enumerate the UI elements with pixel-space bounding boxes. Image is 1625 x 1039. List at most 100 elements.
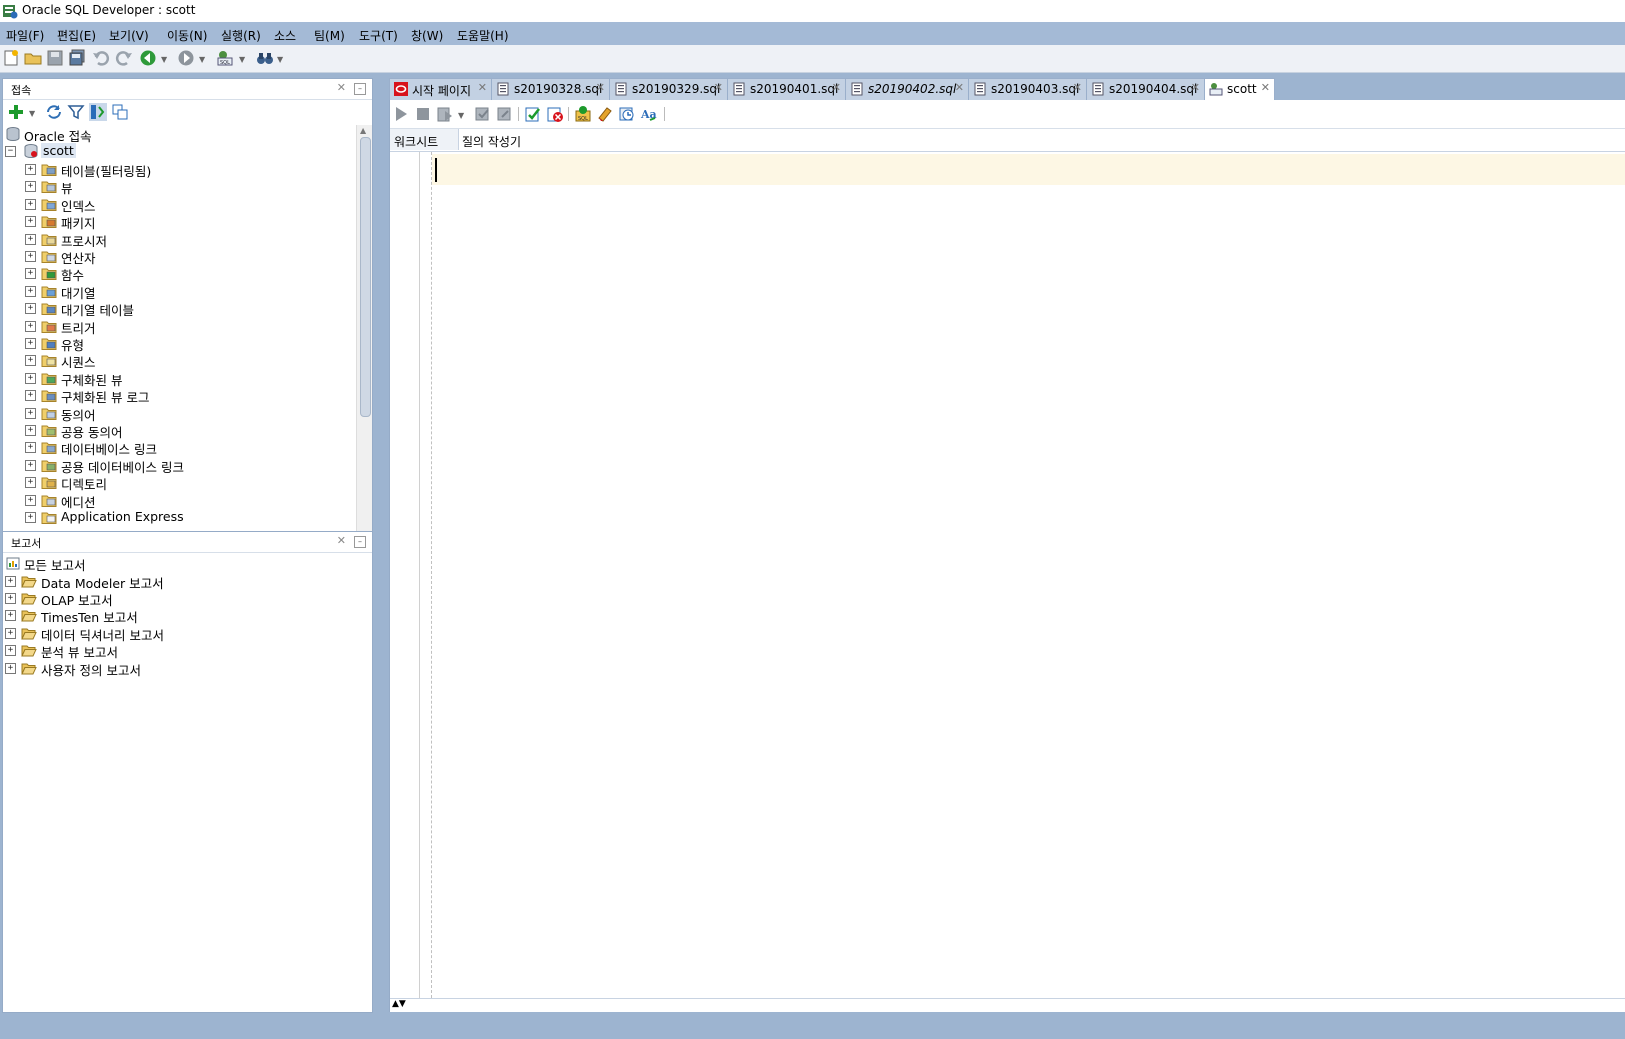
sql-tuning-advisor-icon[interactable]: SQL bbox=[574, 105, 592, 123]
editor-tab[interactable]: scott ✕ bbox=[1204, 78, 1275, 101]
scroll-up-icon[interactable]: ▲ bbox=[360, 126, 366, 135]
close-icon[interactable]: ✕ bbox=[337, 534, 346, 547]
expand-icon[interactable]: + bbox=[25, 164, 36, 175]
expand-icon[interactable]: + bbox=[25, 442, 36, 454]
close-icon[interactable]: ✕ bbox=[478, 81, 487, 94]
close-icon[interactable]: ✕ bbox=[1191, 81, 1200, 94]
schema-browser-icon[interactable] bbox=[89, 103, 107, 121]
expand-icon[interactable]: + bbox=[25, 198, 36, 210]
sql-worksheet-dropdown-icon[interactable]: ▼ bbox=[239, 55, 245, 64]
rollback-icon[interactable] bbox=[496, 105, 514, 123]
binoculars-icon[interactable] bbox=[256, 49, 274, 67]
expand-icon[interactable]: + bbox=[25, 181, 36, 193]
run-dropdown-icon[interactable]: ▼ bbox=[458, 111, 464, 120]
rollback-transaction-icon[interactable] bbox=[546, 105, 564, 123]
open-folder-icon[interactable] bbox=[24, 49, 42, 67]
editor-tab[interactable]: s20190402.sql ✕ bbox=[845, 78, 969, 100]
menu-window[interactable]: 창(W) bbox=[411, 27, 443, 44]
expand-icon[interactable]: + bbox=[25, 425, 36, 436]
sql-worksheet-icon[interactable]: SQL bbox=[216, 49, 234, 67]
svg-text:SQL: SQL bbox=[578, 116, 588, 122]
add-connection-dropdown-icon[interactable]: ▼ bbox=[29, 109, 35, 118]
back-icon[interactable] bbox=[139, 49, 157, 67]
expand-icon[interactable]: + bbox=[25, 251, 36, 262]
menu-source[interactable]: 소스 bbox=[274, 27, 296, 44]
close-icon[interactable]: ✕ bbox=[714, 81, 723, 94]
expand-icon[interactable]: + bbox=[5, 610, 16, 622]
close-icon[interactable]: ✕ bbox=[832, 81, 841, 94]
expand-icon[interactable]: + bbox=[5, 662, 16, 674]
menu-view[interactable]: 보기(V) bbox=[109, 27, 149, 44]
menu-file[interactable]: 파일(F) bbox=[6, 27, 44, 44]
menu-navigate[interactable]: 이동(N) bbox=[167, 27, 207, 44]
expand-icon[interactable]: + bbox=[25, 303, 36, 315]
tab-label: s20190401.sql bbox=[750, 82, 839, 96]
expand-icon[interactable]: + bbox=[25, 512, 36, 523]
tab-query-builder[interactable]: 질의 작성기 bbox=[458, 129, 548, 150]
undo-icon[interactable] bbox=[92, 49, 110, 67]
menu-edit[interactable]: 편집(E) bbox=[57, 27, 96, 44]
expand-icon[interactable]: + bbox=[5, 592, 16, 604]
editor-tab[interactable]: s20190328.sql ✕ bbox=[491, 78, 610, 100]
run-statement-icon[interactable] bbox=[392, 105, 410, 123]
expand-icon[interactable]: + bbox=[25, 494, 36, 506]
redo-icon[interactable] bbox=[115, 49, 133, 67]
expand-icon[interactable]: + bbox=[25, 407, 36, 419]
filter-icon[interactable] bbox=[67, 103, 85, 121]
tab-worksheet[interactable]: 워크시트 bbox=[390, 129, 459, 150]
commit-icon[interactable] bbox=[474, 105, 492, 123]
editor-tab[interactable]: s20190403.sql ✕ bbox=[968, 78, 1087, 100]
split-arrows-icon[interactable]: ▲▼ bbox=[392, 999, 406, 1009]
expand-icon[interactable]: + bbox=[25, 355, 36, 367]
menu-help[interactable]: 도움말(H) bbox=[457, 27, 509, 44]
editor-tab[interactable]: s20190404.sql ✕ bbox=[1086, 78, 1205, 100]
to-upper-lower-icon[interactable]: Aa bbox=[640, 105, 658, 123]
close-icon[interactable]: ✕ bbox=[1073, 81, 1082, 94]
collapse-all-icon[interactable] bbox=[111, 103, 129, 121]
collapse-icon[interactable]: − bbox=[5, 146, 16, 157]
expand-icon[interactable]: + bbox=[25, 338, 36, 349]
expand-icon[interactable]: + bbox=[25, 233, 36, 245]
binoculars-dropdown-icon[interactable]: ▼ bbox=[277, 55, 283, 64]
close-icon[interactable]: ✕ bbox=[337, 81, 346, 94]
menu-tools[interactable]: 도구(T) bbox=[359, 27, 398, 44]
close-icon[interactable]: ✕ bbox=[1261, 81, 1270, 94]
close-icon[interactable]: ✕ bbox=[596, 81, 605, 94]
expand-icon[interactable]: + bbox=[25, 459, 36, 471]
menu-run[interactable]: 실행(R) bbox=[221, 27, 261, 44]
expand-icon[interactable]: + bbox=[5, 575, 16, 587]
expand-icon[interactable]: + bbox=[25, 320, 36, 332]
editor-tab[interactable]: s20190329.sql ✕ bbox=[609, 78, 728, 100]
save-icon[interactable] bbox=[46, 49, 64, 67]
line-number-gutter bbox=[390, 152, 420, 998]
expand-icon[interactable]: + bbox=[25, 372, 36, 384]
editor-tab[interactable]: 시작 페이지 ✕ bbox=[389, 78, 492, 100]
back-dropdown-icon[interactable]: ▼ bbox=[161, 55, 167, 64]
minimize-icon[interactable]: – bbox=[354, 83, 366, 95]
forward-icon[interactable] bbox=[177, 49, 195, 67]
scrollbar-thumb[interactable] bbox=[360, 137, 371, 417]
expand-icon[interactable]: + bbox=[25, 268, 36, 280]
clear-eraser-icon[interactable] bbox=[596, 105, 614, 123]
expand-icon[interactable]: + bbox=[25, 216, 36, 228]
save-all-icon[interactable] bbox=[68, 49, 86, 67]
add-connection-icon[interactable] bbox=[7, 103, 25, 121]
expand-icon[interactable]: + bbox=[5, 645, 16, 657]
stop-icon[interactable] bbox=[414, 105, 432, 123]
new-file-icon[interactable] bbox=[2, 49, 20, 67]
forward-dropdown-icon[interactable]: ▼ bbox=[199, 55, 205, 64]
refresh-icon[interactable] bbox=[45, 103, 63, 121]
sql-editor-input[interactable] bbox=[432, 154, 1625, 185]
run-script-icon[interactable] bbox=[436, 105, 454, 123]
expand-icon[interactable]: + bbox=[25, 285, 36, 297]
minimize-icon[interactable]: – bbox=[354, 536, 366, 548]
expand-icon[interactable]: + bbox=[5, 627, 16, 639]
editor-tab[interactable]: s20190401.sql ✕ bbox=[727, 78, 846, 100]
menu-team[interactable]: 팀(M) bbox=[314, 27, 345, 44]
expand-icon[interactable]: + bbox=[25, 477, 36, 489]
close-icon[interactable]: ✕ bbox=[955, 81, 964, 94]
sql-history-icon[interactable] bbox=[618, 105, 636, 123]
connections-scrollbar[interactable]: ▲ ▼ bbox=[356, 125, 372, 543]
commit-transaction-icon[interactable] bbox=[524, 105, 542, 123]
expand-icon[interactable]: + bbox=[25, 390, 36, 402]
